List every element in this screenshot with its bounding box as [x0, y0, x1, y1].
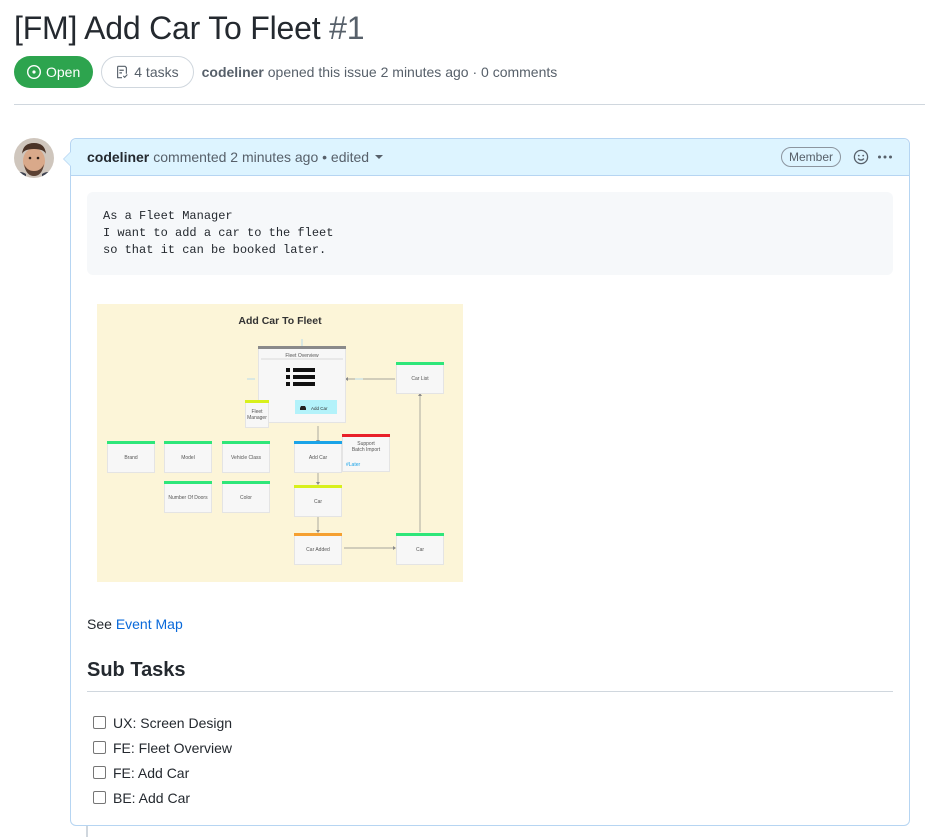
code-line: so that it can be booked later.: [103, 243, 327, 257]
task-checkbox[interactable]: [93, 766, 106, 779]
task-checkbox[interactable]: [93, 741, 106, 754]
avatar[interactable]: [14, 138, 54, 178]
card-fleet-overview: Fleet Overview Add Car: [258, 346, 346, 423]
card-car-right: Car: [396, 533, 444, 565]
task-checkbox[interactable]: [93, 791, 106, 804]
issue-state-badge: Open: [14, 56, 94, 88]
card-car-mid: Car: [294, 485, 342, 517]
card-support-batch-import: Support Batch Import #Later: [342, 434, 390, 472]
card-color: Color: [222, 481, 270, 513]
card-add-car-label: Add Car: [308, 455, 328, 461]
meta-separator: ·: [472, 64, 478, 80]
comment-author-link[interactable]: codeliner: [87, 149, 149, 165]
tasks-count: 4 tasks: [134, 64, 179, 80]
comment-meta[interactable]: commented 2 minutes ago • edited: [153, 149, 369, 165]
card-model: Model: [164, 441, 212, 473]
diagram-title: Add Car To Fleet: [238, 315, 322, 327]
header-divider: [14, 104, 925, 105]
edited-dropdown-icon[interactable]: [375, 155, 384, 159]
task-label: FE: Add Car: [113, 764, 190, 781]
event-map-diagram[interactable]: Add Car To Fleet Fleet Overview Add Car …: [97, 304, 463, 582]
card-vehicle-class: Vehicle Class: [222, 441, 270, 473]
card-number-of-doors: Number Of Doors: [164, 481, 212, 513]
task-list: UX: Screen Design FE: Fleet Overview FE:…: [93, 710, 232, 810]
timeline-line: [86, 826, 88, 837]
issue-title: [FM] Add Car To Fleet #1: [14, 10, 365, 47]
avatar-image: [14, 138, 54, 178]
kebab-horizontal-icon[interactable]: [877, 149, 893, 165]
issue-author-link[interactable]: codeliner: [202, 64, 264, 80]
card-fleet-manager: Fleet Manager: [245, 400, 269, 428]
code-line: As a Fleet Manager: [103, 209, 233, 223]
checklist-icon: [117, 65, 129, 79]
task-list-item: FE: Add Car: [93, 760, 232, 785]
card-fleet-manager-label: Fleet Manager: [247, 409, 267, 421]
task-checkbox[interactable]: [93, 716, 106, 729]
comment-box: codeliner commented 2 minutes ago • edit…: [63, 138, 910, 826]
card-support-batch-import-label: Support Batch Import: [351, 441, 381, 453]
card-vehicle-class-label: Vehicle Class: [230, 455, 261, 461]
code-block: As a Fleet Manager I want to add a car t…: [87, 192, 893, 275]
card-car-list: Car List: [396, 362, 444, 394]
see-prefix: See: [87, 616, 116, 632]
comment-header: codeliner commented 2 minutes ago • edit…: [71, 139, 909, 176]
card-number-of-doors-label: Number Of Doors: [168, 495, 208, 501]
tasks-progress-button[interactable]: 4 tasks: [101, 56, 194, 88]
code-line: I want to add a car to the fleet: [103, 226, 334, 240]
card-car-added-label: Car Added: [306, 547, 330, 553]
task-list-item: BE: Add Car: [93, 785, 232, 810]
card-brand-label: Brand: [124, 455, 138, 461]
task-list-item: UX: Screen Design: [93, 710, 232, 735]
issue-opened-text: opened this issue 2 minutes ago: [267, 64, 469, 80]
list-icon: [261, 358, 343, 414]
see-line: See Event Map: [87, 616, 183, 632]
task-label: UX: Screen Design: [113, 714, 233, 731]
issue-number: #1: [329, 10, 365, 46]
issue-meta-row: Open 4 tasks codeliner opened this issue…: [14, 56, 557, 88]
card-car-right-label: Car: [415, 547, 425, 553]
issue-title-text: [FM] Add Car To Fleet: [14, 10, 321, 46]
member-badge: Member: [780, 147, 841, 167]
card-car-mid-label: Car: [313, 499, 323, 505]
card-car-list-label: Car List: [411, 376, 429, 382]
card-brand: Brand: [107, 441, 155, 473]
issue-opened-icon: [26, 64, 42, 80]
task-list-item: FE: Fleet Overview: [93, 735, 232, 760]
issue-comment-count: 0 comments: [481, 64, 558, 80]
card-model-label: Model: [181, 455, 195, 461]
car-icon: [300, 406, 306, 410]
task-label: FE: Fleet Overview: [113, 739, 233, 756]
card-later-tag: #Later: [346, 462, 361, 468]
smiley-icon[interactable]: [853, 149, 869, 165]
issue-meta-text: codeliner opened this issue 2 minutes ag…: [202, 64, 558, 80]
card-add-car-button-label: Add Car: [311, 406, 328, 411]
card-add-car: Add Car: [294, 441, 342, 473]
card-car-added: Car Added: [294, 533, 342, 565]
subtasks-heading: Sub Tasks: [87, 659, 893, 692]
issue-state-label: Open: [46, 64, 81, 80]
card-color-label: Color: [240, 495, 252, 501]
event-map-link[interactable]: Event Map: [116, 616, 183, 632]
task-label: BE: Add Car: [113, 789, 191, 806]
